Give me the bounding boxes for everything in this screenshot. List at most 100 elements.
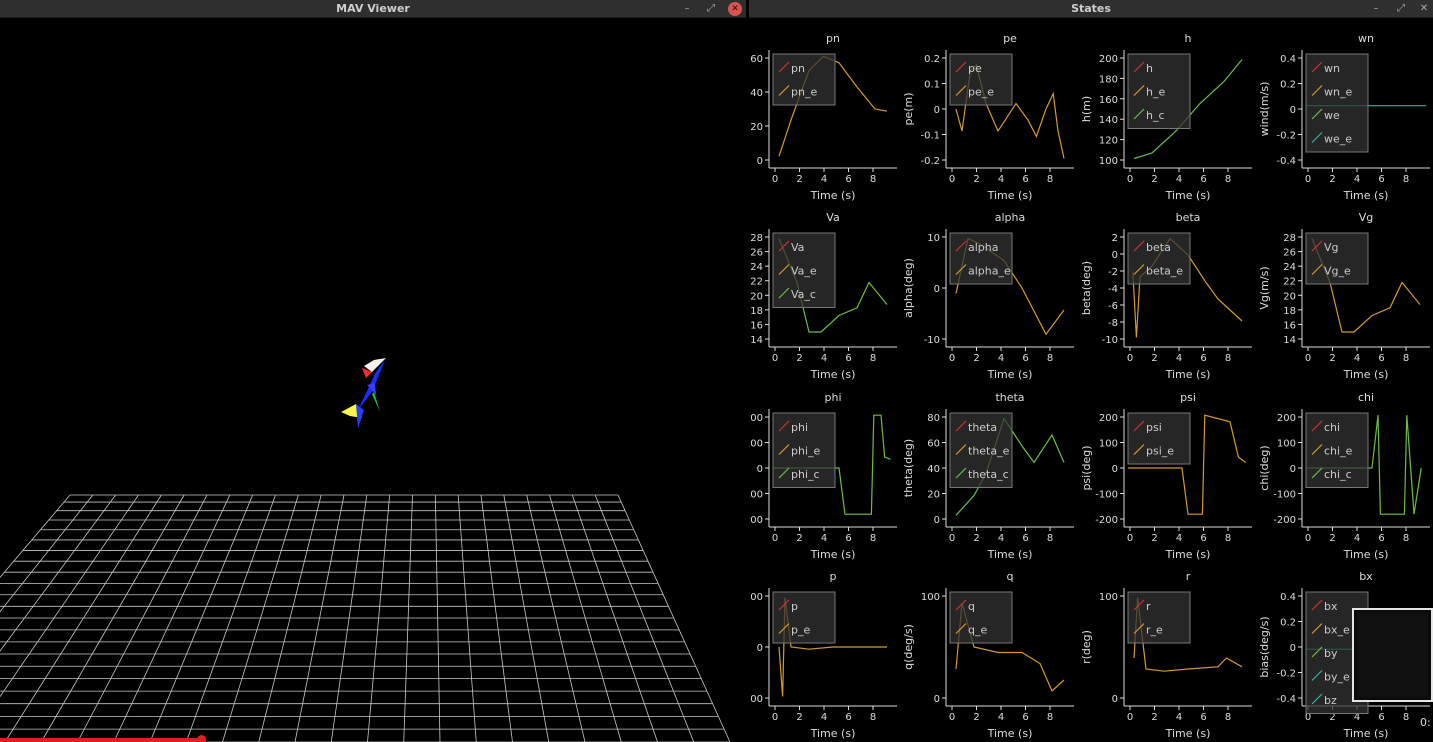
- y-tick-label: 20: [1283, 291, 1296, 302]
- legend-entry: pe_e: [968, 86, 994, 99]
- video-thumbnail[interactable]: [1352, 608, 1433, 702]
- states-maximize-button[interactable]: ⤢: [1394, 2, 1408, 16]
- plot-wn[interactable]: wn -0.4 -0.2 0 0.2 0.4 0 2 4 6 8 Time (s) wind(m/s) w…: [1258, 32, 1430, 202]
- x-tick-label: 0: [949, 174, 955, 185]
- y-tick-label: 14: [1283, 335, 1296, 346]
- y-tick-label: 18: [1283, 306, 1296, 317]
- y-tick-label: 28: [1283, 233, 1296, 244]
- plot-h[interactable]: h 100 120 140 160 180 200 0 2 4 6 8 Time (s) h(m) h h_e…: [1080, 32, 1252, 202]
- plot-title: theta: [995, 391, 1024, 404]
- y-tick-label: 200: [1277, 413, 1296, 424]
- y-tick-label: -10: [924, 335, 940, 346]
- y-tick-label: 0.2: [1280, 618, 1296, 629]
- y-tick-label: -100: [1095, 490, 1118, 501]
- legend-entry: by_e: [1324, 671, 1350, 684]
- x-axis-label: Time (s): [1165, 189, 1211, 202]
- plot-legend: Vg Vg_e: [1305, 232, 1369, 285]
- x-tick-label: 0: [949, 712, 955, 723]
- x-tick-label: 2: [1151, 174, 1157, 185]
- x-tick-label: 0: [772, 174, 778, 185]
- legend-entry: r_e: [1146, 624, 1163, 637]
- plot-Va[interactable]: Va14161820222426280 2 4 6 8Time (s)VaVa_eVa_…: [750, 211, 897, 381]
- x-axis-label: Time (s): [987, 727, 1033, 740]
- video-progress-bar[interactable]: [0, 738, 201, 742]
- legend-entry: pe: [968, 62, 982, 75]
- y-tick-label: 100: [749, 439, 763, 450]
- plot-title: Vg: [1359, 211, 1374, 224]
- legend-entry: we_e: [1324, 133, 1352, 146]
- legend-entry: we: [1324, 109, 1340, 122]
- plot-phi[interactable]: phi 200 100 0 100 200 0 2 4 6 8 Time (s) phi phi_ephi…: [749, 391, 897, 561]
- legend-entry: Va: [791, 241, 804, 254]
- x-axis-label: Time (s): [987, 368, 1033, 381]
- y-tick-label: 0: [1290, 105, 1296, 116]
- x-tick-label: 6: [1200, 353, 1206, 364]
- y-tick-label: 0: [934, 105, 940, 116]
- legend-entry: alpha_e: [968, 265, 1011, 278]
- viewer-titlebar[interactable]: MAV Viewer – ⤢ ✕: [0, 0, 746, 18]
- x-tick-label: 0: [772, 353, 778, 364]
- legend-entry: phi: [791, 421, 808, 434]
- y-axis-label: pe(m): [902, 92, 915, 125]
- x-axis-label: Time (s): [1165, 368, 1211, 381]
- x-tick-label: 2: [1329, 174, 1335, 185]
- x-tick-label: 4: [821, 174, 827, 185]
- plot-title: chi: [1358, 391, 1374, 404]
- legend-entry: h_e: [1146, 86, 1165, 99]
- plot-Vg[interactable]: Vg14161820222426280 2 4 6 8Time (s)Vg(m/s)Vg…: [1258, 211, 1430, 381]
- plot-p[interactable]: p000000 2 4 6 8Time (s)pp_e: [750, 570, 897, 740]
- plot-pn[interactable]: pn 0 20 40 60 0 2 4 6 8 Time (s) pn pn_e: [750, 32, 897, 202]
- x-tick-label: 0: [1127, 353, 1133, 364]
- plot-chi[interactable]: chi -200 -100 0 100 200 0 2 4 6 8 Time (s) chi(deg) c…: [1258, 391, 1430, 561]
- states-close-button[interactable]: ✕: [1417, 2, 1431, 16]
- viewer-close-button[interactable]: ✕: [728, 2, 742, 16]
- viewer-minimize-button[interactable]: –: [680, 2, 694, 16]
- y-tick-label: -8: [1108, 318, 1118, 329]
- plot-pe[interactable]: pe -0.2 -0.1 0 0.1 0.2 0 2 4 6 8 Time (s) pe(m) pe pe_…: [902, 32, 1074, 202]
- plot-legend: theta theta_e theta_c: [949, 412, 1013, 488]
- y-tick-label: 22: [1283, 277, 1296, 288]
- y-tick-label: 80: [927, 413, 940, 424]
- x-tick-label: 2: [1151, 533, 1157, 544]
- legend-entry: Vg_e: [1324, 265, 1351, 278]
- y-tick-label: 0: [757, 643, 763, 654]
- x-tick-label: 4: [998, 174, 1004, 185]
- y-tick-label: 0: [757, 464, 763, 475]
- y-tick-label: 0.1: [924, 80, 940, 91]
- x-tick-label: 4: [1354, 533, 1360, 544]
- plot-alpha[interactable]: alpha-100100 2 4 6 8Time (s)alpha(deg)alphaa…: [902, 211, 1074, 381]
- legend-entry: Va_c: [791, 288, 816, 301]
- mav-3d-viewport[interactable]: [0, 19, 746, 742]
- x-tick-label: 0: [1305, 533, 1311, 544]
- legend-entry: by: [1324, 647, 1338, 660]
- x-tick-label: 8: [1403, 174, 1409, 185]
- x-tick-label: 8: [1047, 174, 1053, 185]
- y-axis-label: h(m): [1080, 96, 1093, 122]
- legend-entry: psi: [1146, 421, 1162, 434]
- plot-psi[interactable]: psi -200 -100 0 100 200 0 2 4 6 8 Time (s) psi(deg) p…: [1080, 391, 1252, 561]
- states-minimize-button[interactable]: –: [1369, 2, 1383, 16]
- states-titlebar[interactable]: States – ⤢ ✕: [749, 0, 1433, 18]
- x-axis-label: Time (s): [810, 727, 856, 740]
- mav-aircraft-icon: [341, 358, 386, 428]
- legend-entry: bx_e: [1324, 624, 1350, 637]
- x-tick-label: 8: [1403, 533, 1409, 544]
- plot-r[interactable]: r 0 100 0 2 4 6 8 Time (s) r(deg) r r_e: [1080, 570, 1252, 740]
- y-tick-label: 20: [927, 490, 940, 501]
- x-tick-label: 8: [870, 353, 876, 364]
- y-tick-label: 22: [750, 277, 763, 288]
- legend-entry: wn_e: [1324, 86, 1352, 99]
- plot-beta[interactable]: beta -10 -8 -6 -4 -2 0 2 0 2 4 6 8 Time (s) beta(deg) b…: [1080, 211, 1252, 381]
- plot-legend: Va Va_e Va_c: [772, 232, 836, 308]
- plot-title: psi: [1180, 391, 1196, 404]
- legend-entry: wn: [1324, 62, 1340, 75]
- plot-q[interactable]: q 0 100 0 2 4 6 8 Time (s) q(deg/s) q q_e: [902, 570, 1074, 740]
- viewer-maximize-button[interactable]: ⤢: [704, 2, 718, 16]
- plot-theta[interactable]: theta 0 20 40 60 80 0 2 4 6 8 Time (s) theta(deg) the…: [902, 391, 1074, 561]
- y-tick-label: 0: [1112, 694, 1118, 705]
- y-tick-label: 200: [749, 515, 763, 526]
- video-progress-knob[interactable]: [197, 735, 206, 742]
- y-axis-label: beta(deg): [1080, 261, 1093, 315]
- plot-legend: chi chi_e chi_c: [1305, 412, 1369, 488]
- x-tick-label: 4: [1354, 174, 1360, 185]
